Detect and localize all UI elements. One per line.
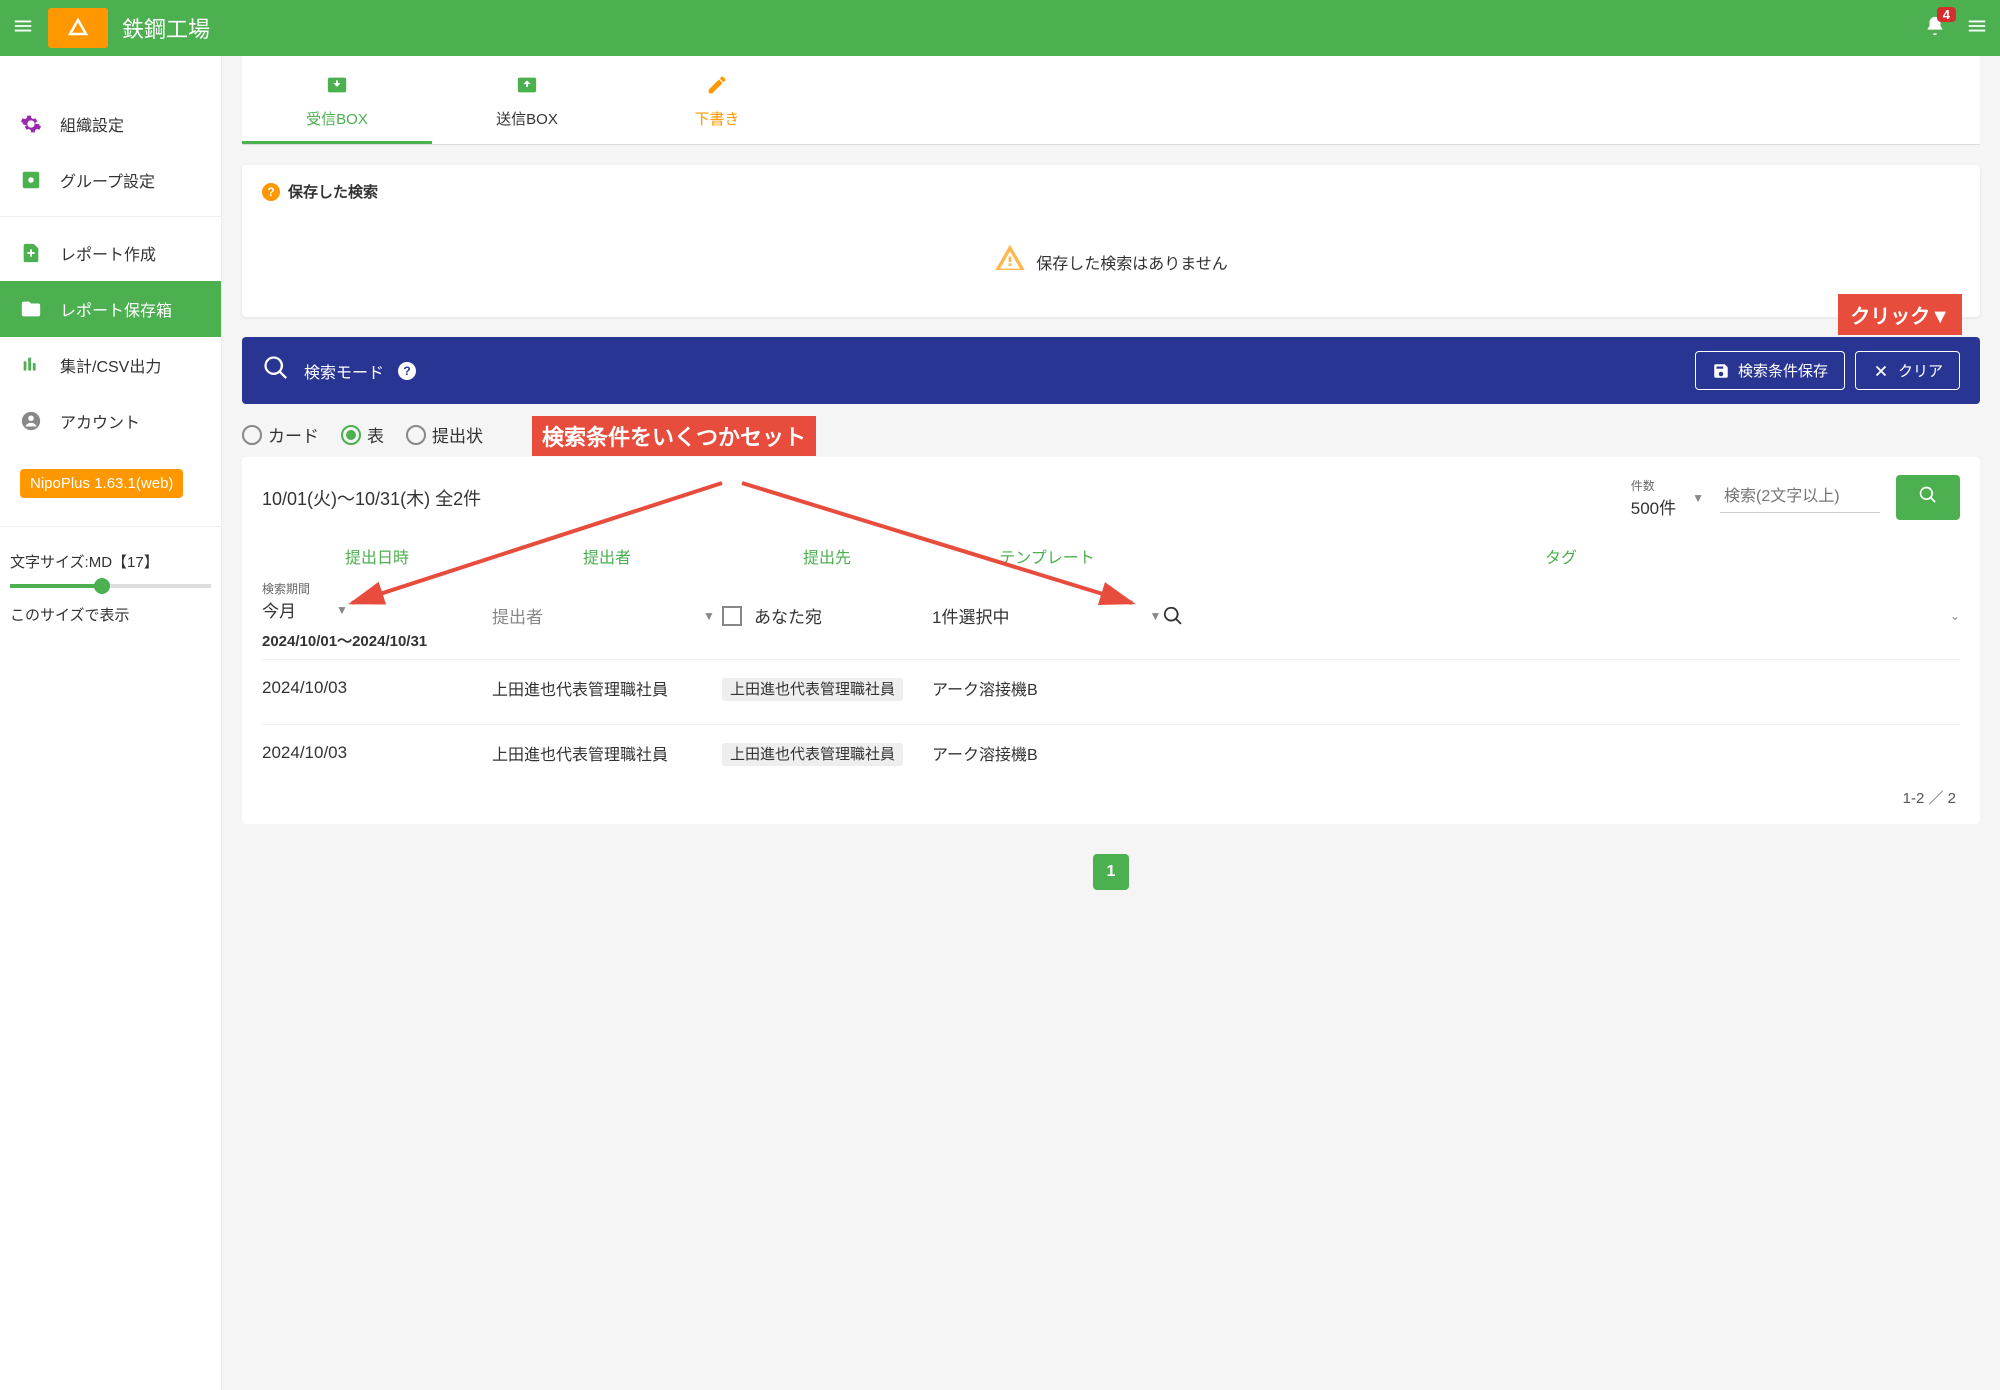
gear-icon [20, 113, 42, 135]
save-search-button[interactable]: 検索条件保存 [1695, 351, 1845, 390]
file-plus-icon [20, 242, 42, 264]
view-toggle: カード 表 提出状 検索条件をいくつかセット [242, 422, 1980, 447]
pagination-info: 1-2 ／ 2 [262, 781, 1960, 814]
font-size-slider[interactable] [10, 584, 211, 588]
col-header-recipient: 提出先 [722, 544, 932, 568]
empty-message: 保存した検索はありません [1036, 250, 1228, 274]
date-range-summary: 10/01(火)〜10/31(木) 全2件 [262, 485, 1615, 511]
col-header-template: テンプレート [932, 544, 1162, 568]
draft-icon [622, 74, 812, 102]
search-mode-bar: 検索モード ? 検索条件保存 クリア [242, 337, 1980, 404]
help-icon[interactable]: ? [398, 362, 416, 380]
radio-status[interactable] [406, 425, 426, 445]
tab-inbox[interactable]: 受信BOX [242, 56, 432, 144]
app-title: 鉄鋼工場 [122, 12, 210, 44]
radio-table[interactable] [341, 425, 361, 445]
sidebar-item-label: グループ設定 [60, 168, 155, 192]
chevron-down-icon: ⌄ [1950, 609, 1960, 623]
menu-icon[interactable] [12, 15, 34, 42]
filter-tag[interactable]: ⌄ [1162, 605, 1960, 627]
chevron-down-icon: ▼ [336, 603, 348, 617]
chevron-down-icon: ▼ [1149, 609, 1161, 623]
notification-bell[interactable]: 4 [1924, 15, 1946, 42]
inbox-icon [242, 74, 432, 102]
radio-card[interactable] [242, 425, 262, 445]
filter-template[interactable]: 1件選択中▼ [932, 603, 1162, 628]
sidebar-item-report-box[interactable]: レポート保存箱 [0, 281, 221, 337]
tab-draft[interactable]: 下書き [622, 56, 812, 144]
tabs: 受信BOX 送信BOX 下書き [242, 56, 1980, 145]
tab-label: 受信BOX [242, 108, 432, 129]
outbox-icon [432, 74, 622, 102]
font-size-label: 文字サイズ:MD【17】 [10, 551, 211, 572]
tab-outbox[interactable]: 送信BOX [432, 56, 622, 144]
radio-label: 表 [367, 422, 384, 447]
table-row[interactable]: 2024/10/03 上田進也代表管理職社員 上田進也代表管理職社員 アーク溶接… [262, 659, 1960, 716]
sidebar-item-label: 組織設定 [60, 112, 124, 136]
tab-label: 下書き [622, 108, 812, 129]
sidebar-item-label: レポート保存箱 [60, 297, 172, 321]
results-card: 10/01(火)〜10/31(木) 全2件 件数 500件 ▼ 提出日時 提出者… [242, 457, 1980, 824]
sidebar-item-label: レポート作成 [60, 241, 156, 265]
sidebar-item-label: 集計/CSV出力 [60, 353, 161, 377]
tab-label: 送信BOX [432, 108, 622, 129]
warning-icon [994, 242, 1026, 281]
chevron-down-icon: ▼ [703, 609, 715, 623]
folder-icon [20, 298, 42, 320]
radio-label: 提出状 [432, 422, 483, 447]
search-button[interactable] [1896, 475, 1960, 520]
sidebar-item-org-settings[interactable]: 組織設定 [0, 96, 221, 152]
app-logo [48, 8, 108, 48]
sidebar-item-label: アカウント [60, 409, 140, 433]
search-input[interactable] [1720, 482, 1880, 513]
filter-submitter[interactable]: 提出者▼ [492, 603, 722, 628]
page-number[interactable]: 1 [1093, 854, 1129, 890]
count-selector[interactable]: 件数 500件 ▼ [1631, 477, 1704, 519]
radio-label: カード [268, 422, 319, 447]
slider-thumb[interactable] [94, 578, 110, 594]
search-icon [262, 354, 290, 387]
menu-right-icon[interactable] [1966, 15, 1988, 42]
app-header: 鉄鋼工場 4 [0, 0, 2000, 56]
col-header-submitter: 提出者 [492, 544, 722, 568]
gear-box-icon [20, 169, 42, 191]
annotation-conditions: 検索条件をいくつかセット [532, 416, 816, 456]
chart-icon [20, 354, 42, 376]
checkbox[interactable] [722, 606, 742, 626]
notification-badge: 4 [1937, 7, 1956, 22]
font-size-note: このサイズで表示 [10, 604, 211, 625]
saved-search-card: ? 保存した検索 保存した検索はありません クリック▼ [242, 165, 1980, 317]
col-header-date: 提出日時 [262, 544, 492, 568]
sidebar: 組織設定 グループ設定 レポート作成 レポート保存箱 集計/CSV出力 アカウン… [0, 56, 222, 1390]
main-content: 受信BOX 送信BOX 下書き ? 保存した検索 保存した検索はありません [222, 56, 2000, 1390]
sidebar-item-account[interactable]: アカウント [0, 393, 221, 449]
sidebar-item-group-settings[interactable]: グループ設定 [0, 152, 221, 208]
sidebar-item-create-report[interactable]: レポート作成 [0, 225, 221, 281]
clear-button[interactable]: クリア [1855, 351, 1960, 390]
col-header-tag: タグ [1162, 544, 1960, 568]
table-row[interactable]: 2024/10/03 上田進也代表管理職社員 上田進也代表管理職社員 アーク溶接… [262, 724, 1960, 781]
sidebar-item-csv-export[interactable]: 集計/CSV出力 [0, 337, 221, 393]
version-badge: NipoPlus 1.63.1(web) [20, 469, 183, 498]
account-icon [20, 410, 42, 432]
search-mode-label: 検索モード [304, 359, 384, 383]
annotation-click: クリック▼ [1838, 294, 1962, 335]
search-icon [1162, 605, 1184, 627]
saved-search-title: 保存した検索 [288, 181, 378, 202]
help-icon[interactable]: ? [262, 183, 280, 201]
chevron-down-icon: ▼ [1692, 491, 1704, 505]
filter-period[interactable]: 検索期間 今月▼ 2024/10/01〜2024/10/31 [262, 580, 492, 651]
filter-recipient[interactable]: あなた宛 [722, 603, 932, 628]
